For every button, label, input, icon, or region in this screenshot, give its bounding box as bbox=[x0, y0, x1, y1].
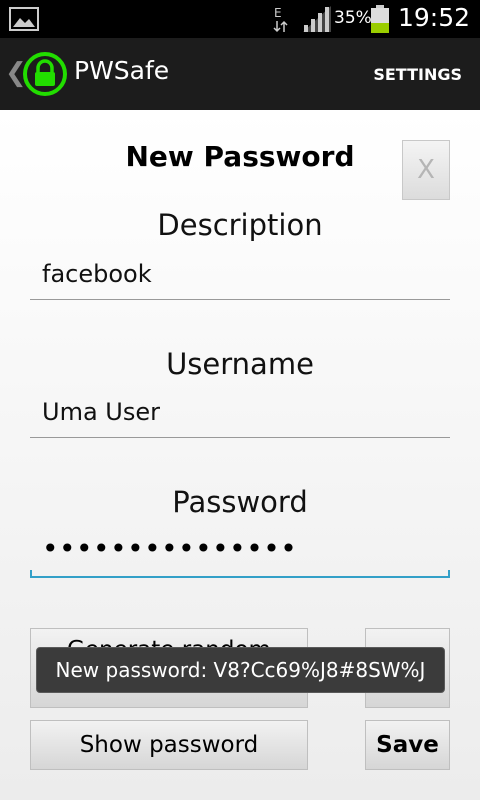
password-label: Password bbox=[172, 485, 308, 519]
battery-icon bbox=[371, 5, 389, 33]
close-button[interactable]: X bbox=[402, 140, 450, 200]
password-field[interactable]: ••••••••••••••• bbox=[30, 532, 450, 578]
description-label: Description bbox=[157, 208, 323, 242]
username-value: Uma User bbox=[42, 398, 160, 426]
show-password-button[interactable]: Show password bbox=[30, 720, 308, 770]
clock: 19:52 bbox=[398, 3, 471, 32]
gallery-notification-icon bbox=[9, 7, 39, 31]
svg-text:E: E bbox=[274, 6, 282, 20]
description-value: facebook bbox=[42, 260, 152, 288]
new-password-toast: New password: V8?Cc69%J8#8SW%J bbox=[36, 647, 445, 693]
app-title: PWSafe bbox=[74, 56, 170, 85]
username-field[interactable]: Uma User bbox=[30, 398, 450, 438]
username-label: Username bbox=[166, 347, 314, 381]
settings-button[interactable]: SETTINGS bbox=[373, 65, 462, 84]
signal-strength-icon bbox=[303, 6, 331, 32]
battery-percent: 35% bbox=[334, 8, 372, 28]
new-password-dialog: New Password X Description facebook User… bbox=[0, 110, 480, 800]
lock-icon[interactable] bbox=[22, 51, 68, 97]
edge-data-icon: E bbox=[273, 6, 288, 33]
save-button[interactable]: Save bbox=[365, 720, 450, 770]
action-bar: ❮ PWSafe SETTINGS bbox=[0, 38, 480, 110]
description-field[interactable]: facebook bbox=[30, 260, 450, 300]
status-bar: E 35% 19:52 bbox=[0, 0, 480, 38]
password-value: ••••••••••••••• bbox=[42, 532, 298, 565]
